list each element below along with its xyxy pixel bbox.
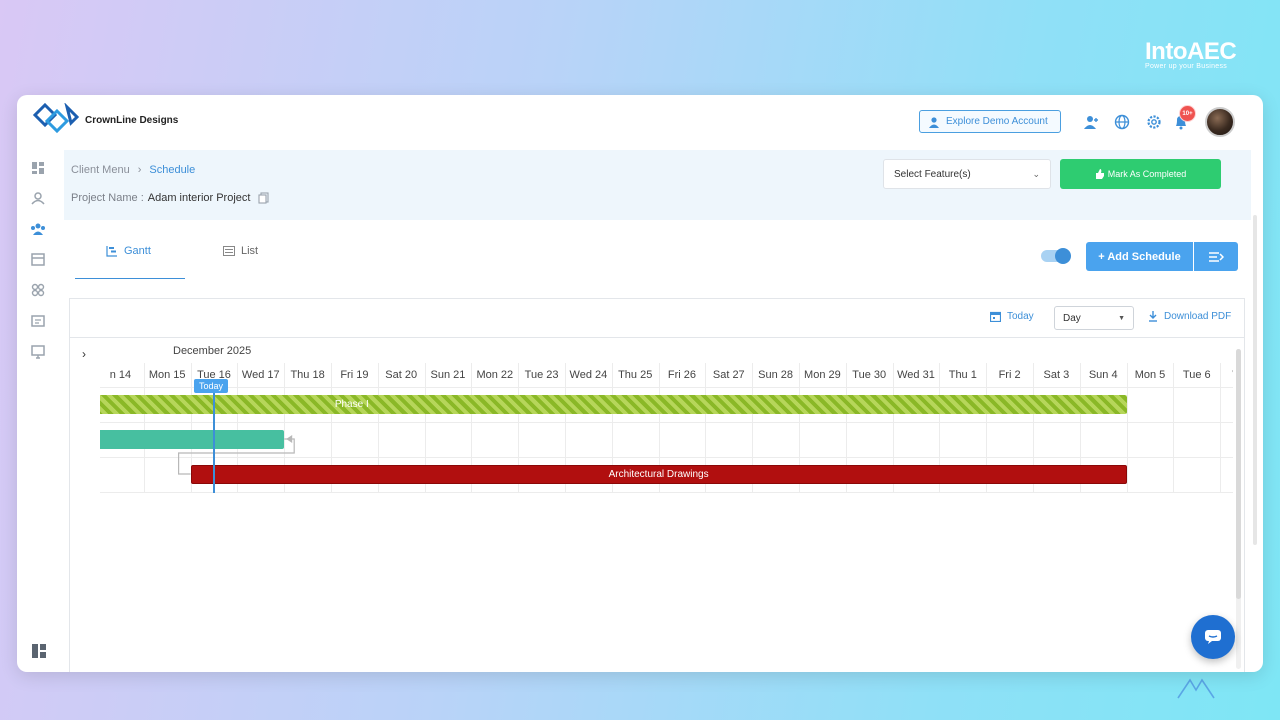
day-header: Mon 22 — [476, 369, 514, 381]
globe-icon[interactable] — [1112, 112, 1132, 132]
monitor-icon[interactable] — [30, 344, 46, 360]
download-pdf-label: Download PDF — [1164, 311, 1232, 322]
day-header: Sun 28 — [758, 369, 794, 381]
today-marker-line — [213, 387, 215, 493]
chevron-down-icon: ⌄ — [1032, 168, 1040, 179]
explore-demo-button[interactable]: Explore Demo Account — [919, 110, 1061, 133]
tab-gantt-label: Gantt — [124, 245, 151, 257]
breadcrumb-schedule: Schedule — [149, 164, 196, 176]
dependency-arrow — [178, 435, 295, 475]
explore-demo-label: Explore Demo Account — [946, 116, 1048, 127]
gantt-timeline: n 14 Mon 15 Tue 16 Wed 17 Thu 18 Fri 19 Sat 20… — [100, 363, 1233, 493]
day-header: Sun 21 — [430, 369, 466, 381]
tab-gantt[interactable]: Gantt — [106, 245, 151, 257]
brand-name: IntoAEC — [1145, 38, 1237, 65]
day-header: Mon 29 — [804, 369, 841, 381]
day-header: Wed 31 — [897, 369, 935, 381]
options-menu-button[interactable] — [1194, 242, 1238, 271]
mark-as-completed-label: Mark As Completed — [1107, 169, 1187, 179]
today-button[interactable]: Today — [990, 311, 1034, 322]
scale-select-value: Day — [1063, 312, 1081, 324]
download-pdf-button[interactable]: Download PDF — [1148, 311, 1231, 322]
apps-icon[interactable] — [30, 282, 46, 298]
menu-arrow-icon — [1209, 251, 1224, 262]
day-header: Tue 30 — [852, 369, 887, 381]
chevron-right-icon: › — [137, 164, 142, 176]
day-header: Mon 5 — [1134, 369, 1166, 381]
mark-as-completed-button[interactable]: Mark As Completed — [1060, 159, 1221, 189]
watermark-icon — [1177, 678, 1215, 699]
day-header: Sat 3 — [1043, 369, 1070, 381]
chat-button[interactable] — [1191, 615, 1235, 659]
scale-select[interactable]: Day ▼ — [1054, 306, 1134, 330]
month-label: December 2025 — [173, 345, 252, 357]
gantt-scrollbar-thumb[interactable] — [1236, 349, 1241, 599]
dashboard-icon[interactable] — [30, 160, 46, 176]
add-schedule-button[interactable]: + Add Schedule — [1086, 242, 1193, 271]
crownline-logo-icon — [33, 103, 79, 134]
sidebar — [17, 150, 63, 672]
gear-icon[interactable] — [1144, 112, 1164, 132]
caret-down-icon: ▼ — [1118, 314, 1125, 322]
user-group-icon[interactable] — [30, 190, 46, 206]
feature-select[interactable]: Select Feature(s) ⌄ — [883, 159, 1051, 189]
document-icon[interactable] — [30, 313, 46, 329]
toggle-knob — [1055, 248, 1071, 264]
project-name-line: Project Name : Adam interior Project — [71, 192, 270, 204]
gantt-panel: Today Day ▼ Download PDF › December 2025… — [69, 298, 1245, 672]
tab-list[interactable]: List — [223, 245, 258, 257]
feature-select-value: Select Feature(s) — [894, 168, 971, 180]
task-bar-label: Architectural Drawings — [608, 469, 709, 480]
project-name-value: Adam interior Project — [147, 192, 251, 204]
day-header: Thu 1 — [948, 369, 977, 381]
schedule-header: Client Menu › Schedule Project Name : Ad… — [64, 150, 1251, 220]
top-bar: CrownLine Designs Explore Demo Account 1… — [17, 95, 1263, 150]
page-scrollbar[interactable] — [1253, 215, 1257, 545]
app-window: CrownLine Designs Explore Demo Account 1… — [17, 95, 1263, 672]
notification-badge: 10+ — [1179, 105, 1196, 122]
add-user-icon[interactable] — [1081, 112, 1101, 132]
copy-icon[interactable] — [258, 192, 270, 204]
chat-icon — [1205, 630, 1221, 644]
brand-tagline: Power up your Business — [1145, 63, 1228, 70]
team-icon[interactable] — [30, 221, 46, 237]
day-header: Sun 4 — [1088, 369, 1118, 381]
avatar[interactable] — [1205, 107, 1235, 137]
gantt-scrollbar[interactable] — [1236, 349, 1241, 669]
day-header: Tue 6 — [1182, 369, 1211, 381]
gantt-icon — [106, 246, 117, 257]
app-logo[interactable]: CrownLine Designs — [33, 103, 178, 137]
day-header: Sat 27 — [712, 369, 745, 381]
thumbs-up-icon — [1095, 169, 1104, 179]
gantt-toolbar: Today Day ▼ Download PDF — [70, 299, 1244, 338]
expand-chevron-icon[interactable]: › — [82, 347, 86, 361]
day-header: Fri 2 — [998, 369, 1021, 381]
logo-text: CrownLine Designs — [85, 114, 179, 126]
day-header: Tue 23 — [524, 369, 559, 381]
view-toggle[interactable] — [1041, 248, 1071, 264]
layout-toggle-icon[interactable] — [32, 644, 46, 663]
project-name-label: Project Name : — [71, 192, 144, 204]
download-icon — [1149, 311, 1157, 322]
calendar-today-icon — [990, 311, 1001, 322]
day-header: Wed — [1220, 363, 1233, 387]
breadcrumb: Client Menu › Schedule — [71, 164, 195, 176]
intoaec-logo: IntoAEC Power up your Business — [1145, 38, 1237, 70]
breadcrumb-client-menu[interactable]: Client Menu — [71, 164, 130, 176]
day-header: Wed 24 — [569, 369, 608, 381]
day-header: Fri 26 — [667, 369, 697, 381]
today-marker-badge: Today — [194, 379, 229, 393]
day-header: Thu 25 — [618, 369, 653, 381]
today-button-label: Today — [1007, 311, 1034, 322]
tab-list-label: List — [241, 245, 259, 257]
user-icon — [929, 116, 939, 128]
calendar-icon[interactable] — [30, 251, 46, 267]
active-tab-indicator — [75, 278, 185, 279]
list-icon — [223, 246, 235, 256]
